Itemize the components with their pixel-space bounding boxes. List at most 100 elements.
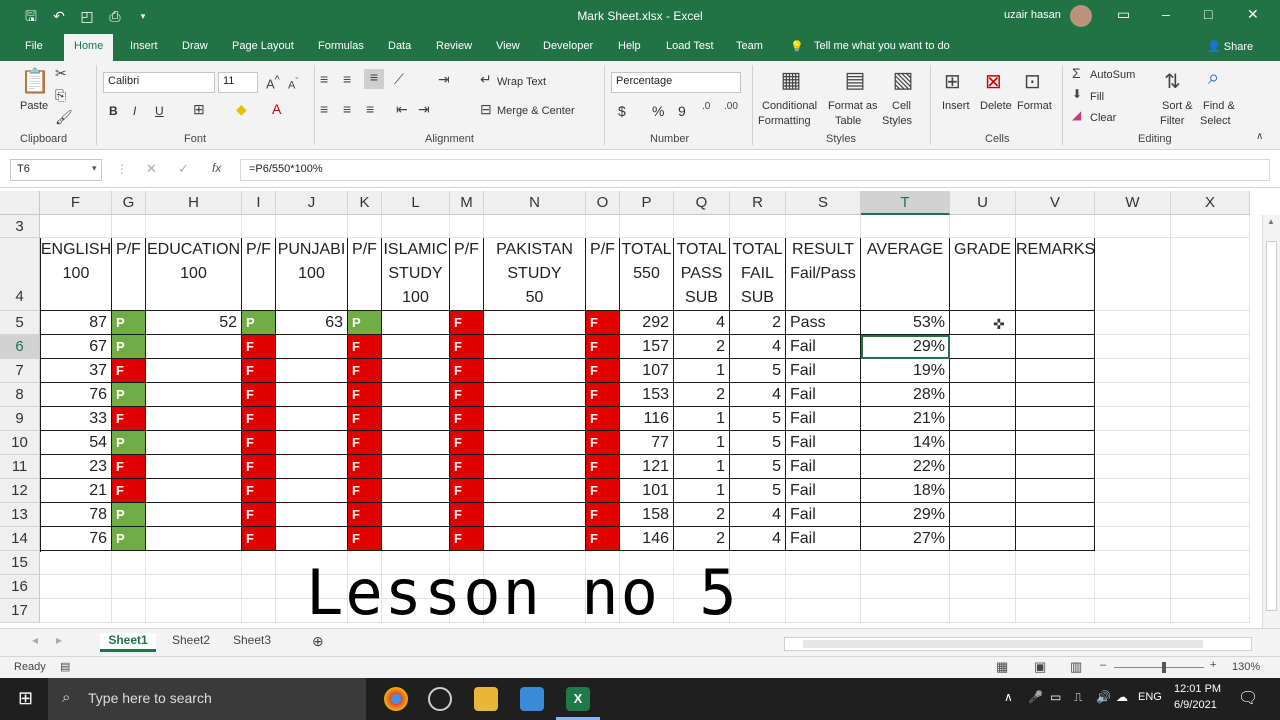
file-explorer-icon[interactable] [474, 687, 498, 711]
header-cell-total-pass[interactable]: TOTAL PASS SUB [674, 238, 730, 311]
pass-fail-cell[interactable]: F [450, 407, 484, 431]
empty-cell[interactable] [1171, 551, 1250, 575]
table-cell-punjabi[interactable]: 63 [276, 311, 348, 335]
pass-fail-cell[interactable]: P [348, 311, 382, 335]
table-cell-empty[interactable] [484, 407, 586, 431]
header-cell-punjabi[interactable]: PUNJABI 100 [276, 238, 348, 311]
pass-fail-cell[interactable]: F [586, 311, 620, 335]
empty-cell[interactable] [1095, 503, 1171, 527]
empty-cell[interactable] [40, 215, 112, 238]
table-cell-empty[interactable] [1016, 431, 1095, 455]
column-header[interactable]: K [348, 191, 382, 215]
header-cell-pf[interactable]: P/F [242, 238, 276, 311]
table-cell-english[interactable]: 76 [40, 527, 112, 551]
table-cell-empty[interactable] [950, 359, 1016, 383]
table-cell-pass[interactable]: 2 [674, 503, 730, 527]
share-button[interactable]: 👤 Share [1207, 40, 1253, 53]
column-header[interactable]: P [620, 191, 674, 215]
empty-cell[interactable] [242, 599, 276, 623]
empty-cell[interactable] [1171, 599, 1250, 623]
pass-fail-cell[interactable]: F [348, 431, 382, 455]
table-cell-education[interactable] [146, 359, 242, 383]
table-cell-empty[interactable] [1016, 455, 1095, 479]
table-cell-total[interactable]: 153 [620, 383, 674, 407]
empty-cell[interactable] [1095, 599, 1171, 623]
table-cell-empty[interactable] [950, 407, 1016, 431]
empty-cell[interactable] [1171, 575, 1250, 599]
table-cell-average[interactable]: 29% [861, 503, 950, 527]
underline-button[interactable]: U [155, 104, 164, 118]
format-cells-button[interactable]: Format [1017, 100, 1052, 112]
pass-fail-cell[interactable]: F [450, 503, 484, 527]
orientation-icon[interactable]: ⟋ [394, 71, 404, 88]
pass-fail-cell[interactable]: F [242, 359, 276, 383]
table-cell-punjabi[interactable] [276, 359, 348, 383]
pass-fail-cell[interactable]: P [112, 335, 146, 359]
align-middle-icon[interactable]: ≡ [343, 71, 351, 87]
pass-fail-cell[interactable]: F [586, 503, 620, 527]
empty-cell[interactable] [242, 575, 276, 599]
header-cell-average[interactable]: AVERAGE [861, 238, 950, 311]
table-cell-result[interactable]: Fail [786, 479, 861, 503]
tab-data[interactable]: Data [388, 40, 411, 52]
font-name-select[interactable]: Calibri [103, 72, 215, 93]
table-cell-education[interactable]: 52 [146, 311, 242, 335]
fill-button[interactable]: Fill [1090, 91, 1104, 103]
text-direction-icon[interactable]: ⇥ [438, 71, 450, 88]
column-header-selected[interactable]: T [861, 191, 950, 215]
table-cell-total[interactable]: 101 [620, 479, 674, 503]
table-cell-pass[interactable]: 2 [674, 335, 730, 359]
currency-button[interactable]: $ [618, 103, 626, 119]
zoom-level[interactable]: 130% [1232, 661, 1260, 673]
empty-cell[interactable] [1016, 599, 1095, 623]
number-format-select[interactable]: Percentage [611, 72, 741, 93]
table-cell-total[interactable]: 116 [620, 407, 674, 431]
empty-cell[interactable] [242, 215, 276, 238]
user-name[interactable]: uzair hasan [1004, 9, 1061, 21]
pass-fail-cell[interactable]: F [242, 527, 276, 551]
table-cell-total[interactable]: 292 [620, 311, 674, 335]
table-cell-empty[interactable] [382, 527, 450, 551]
scroll-sheets-left-icon[interactable]: ◂ [32, 633, 38, 647]
table-cell-average[interactable]: 28% [861, 383, 950, 407]
wrap-text-icon[interactable]: ↵ [480, 71, 492, 88]
table-cell-education[interactable] [146, 407, 242, 431]
table-cell-empty[interactable] [950, 455, 1016, 479]
empty-cell[interactable] [112, 215, 146, 238]
merge-center-button[interactable]: Merge & Center [497, 105, 575, 117]
wrap-text-button[interactable]: Wrap Text [497, 76, 546, 88]
empty-cell[interactable] [1171, 503, 1250, 527]
tab-insert[interactable]: Insert [130, 40, 158, 52]
table-cell-average[interactable]: 18% [861, 479, 950, 503]
table-cell-fail[interactable]: 5 [730, 407, 786, 431]
pass-fail-cell[interactable]: P [112, 431, 146, 455]
table-cell-empty[interactable] [484, 359, 586, 383]
table-cell-english[interactable]: 23 [40, 455, 112, 479]
windows-start-icon[interactable]: ⊞ [18, 688, 33, 709]
table-cell-education[interactable] [146, 503, 242, 527]
pass-fail-cell[interactable]: F [348, 479, 382, 503]
pass-fail-cell[interactable]: F [348, 335, 382, 359]
header-cell-pf[interactable]: P/F [450, 238, 484, 311]
clock-date[interactable]: 6/9/2021 [1174, 699, 1217, 711]
tell-me-input[interactable]: Tell me what you want to do [814, 40, 950, 52]
empty-cell[interactable] [40, 599, 112, 623]
table-cell-punjabi[interactable] [276, 431, 348, 455]
pass-fail-cell[interactable]: F [586, 527, 620, 551]
bold-button[interactable]: B [109, 104, 118, 118]
empty-cell[interactable] [348, 215, 382, 238]
table-cell-education[interactable] [146, 455, 242, 479]
table-cell-english[interactable]: 21 [40, 479, 112, 503]
empty-cell[interactable] [1095, 215, 1171, 238]
empty-cell[interactable] [484, 215, 586, 238]
empty-cell[interactable] [1171, 431, 1250, 455]
enter-icon[interactable]: ✓ [178, 161, 189, 177]
row-header[interactable]: 9 [0, 407, 40, 431]
macro-record-icon[interactable]: ▤ [60, 660, 70, 673]
empty-cell[interactable] [950, 599, 1016, 623]
table-cell-total[interactable]: 146 [620, 527, 674, 551]
empty-cell[interactable] [786, 551, 861, 575]
empty-cell[interactable] [786, 575, 861, 599]
column-header[interactable]: F [40, 191, 112, 215]
row-header[interactable]: 16 [0, 575, 40, 599]
